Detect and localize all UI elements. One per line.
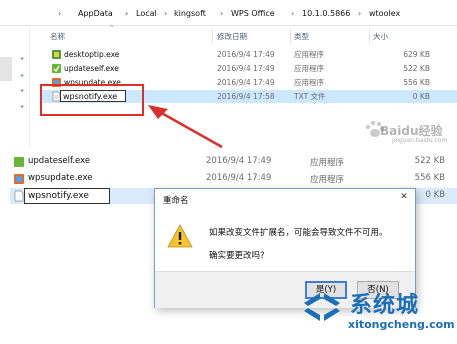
file-date: 2016/9/4 17:49 [217, 78, 275, 87]
chevron-right-icon: › [58, 9, 62, 18]
baidu-watermark-url: jingyan.baidu.com [392, 137, 448, 144]
file-row[interactable]: wpsupdate.exe 2016/9/4 17:49 应用程序 556 KB [10, 171, 457, 187]
column-divider[interactable] [212, 29, 213, 43]
file-date: 2016/9/4 17:58 [217, 92, 275, 101]
breadcrumb-wps-office[interactable]: WPS Office [231, 9, 275, 18]
file-type: 应用程序 [310, 158, 345, 168]
file-type: 应用程序 [310, 175, 345, 185]
column-header-type[interactable]: 类型 [294, 31, 309, 42]
pin-icon[interactable]: ✦ [18, 87, 26, 95]
file-name: desktoptip.exe [64, 50, 120, 59]
file-name: wpsupdate.exe [28, 173, 93, 183]
column-header-name[interactable]: 名称 [50, 31, 65, 42]
explorer-window-top: › AppData › Local › kingsoft › WPS Offic… [0, 0, 457, 147]
chevron-right-icon: › [358, 9, 362, 18]
breadcrumb-wtoolex[interactable]: wtoolex [369, 9, 400, 18]
column-header-size[interactable]: 大小 [373, 31, 388, 42]
chevron-right-icon: › [164, 9, 168, 18]
chevron-right-icon: › [125, 9, 129, 18]
file-type: TXT 文件 [294, 92, 326, 101]
dialog-title: 重命名 [163, 196, 189, 206]
highlight-frame [40, 84, 144, 116]
file-row[interactable]: updateself.exe 2016/9/4 17:49 应用程序 522 K… [40, 62, 457, 75]
file-size: 522 KB [414, 156, 445, 166]
xitongcheng-logo-icon [304, 293, 340, 321]
file-name: updateself.exe [28, 156, 91, 166]
address-bar[interactable]: › AppData › Local › kingsoft › WPS Offic… [0, 2, 457, 26]
exe-icon [14, 174, 24, 184]
breadcrumb-version[interactable]: 10.1.0.5866 [302, 9, 350, 18]
close-icon[interactable]: ✕ [397, 191, 411, 203]
exe-icon [52, 50, 61, 59]
pin-icon[interactable]: ✦ [18, 55, 26, 63]
file-size: 556 KB [403, 78, 430, 87]
sort-arrow-icon: ^ [109, 25, 115, 32]
warning-icon [167, 224, 193, 248]
site-watermark-name: 系统城 [350, 293, 420, 318]
rename-input-text: wpsnotify.exe [28, 191, 89, 201]
column-divider[interactable] [290, 29, 291, 43]
file-row[interactable]: desktoptip.exe 2016/9/4 17:49 应用程序 629 K… [40, 48, 457, 61]
file-date: 2016/9/4 17:49 [217, 50, 275, 59]
chevron-right-icon: › [220, 9, 224, 18]
file-row[interactable]: updateself.exe 2016/9/4 17:49 应用程序 522 K… [10, 154, 457, 170]
exe-icon [14, 157, 24, 167]
file-date: 2016/9/4 17:49 [217, 64, 275, 73]
file-size: 522 KB [403, 64, 430, 73]
breadcrumb-kingsoft[interactable]: kingsoft [174, 9, 206, 18]
breadcrumb-local[interactable]: Local [136, 9, 157, 18]
rename-input[interactable]: wpsnotify.exe [24, 188, 110, 204]
file-type: 应用程序 [294, 78, 324, 87]
arrow-icon [148, 105, 223, 149]
file-date: 2016/9/4 17:49 [206, 156, 272, 166]
file-size: 556 KB [414, 173, 445, 183]
dialog-message: 如果改变文件扩展名，可能会导致文件不可用。 [209, 228, 388, 238]
file-type: 应用程序 [294, 50, 324, 59]
file-size: 0 KB [412, 92, 430, 101]
chevron-right-icon: › [291, 9, 295, 18]
file-size: 629 KB [403, 50, 430, 59]
pin-icon[interactable]: ✦ [18, 103, 26, 111]
exe-icon [52, 64, 61, 73]
file-name: updateself.exe [64, 64, 119, 73]
site-watermark-url: xitongcheng.com [348, 318, 455, 331]
column-header-date[interactable]: 修改日期 [217, 31, 247, 42]
dialog-question: 确实要更改吗? [209, 251, 265, 261]
breadcrumb-appdata[interactable]: AppData [78, 9, 113, 18]
pin-icon[interactable]: ✦ [18, 72, 26, 80]
column-divider[interactable] [369, 29, 370, 43]
file-date: 2016/9/4 17:49 [206, 173, 272, 183]
navigation-pane: ✦ ✦ ✦ ✦ [0, 27, 30, 147]
nav-pane-scroll-strip [0, 57, 12, 81]
file-type: 应用程序 [294, 64, 324, 73]
